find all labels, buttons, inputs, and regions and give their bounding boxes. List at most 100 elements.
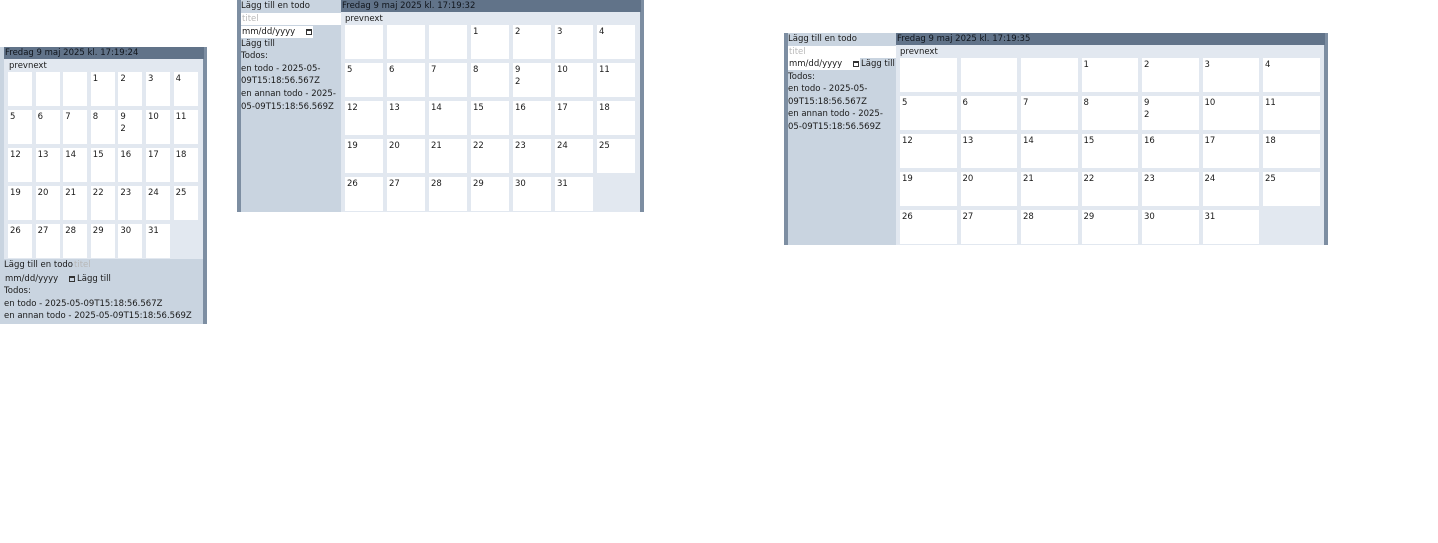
calendar-day-cell[interactable]: 24 [1202,172,1259,206]
next-button[interactable]: next [28,61,47,71]
title-input[interactable]: titel [73,259,173,271]
add-button[interactable]: Lägg till [241,38,341,51]
calendar-icon[interactable] [69,275,75,282]
calendar-day-cell[interactable]: 15 [1081,134,1138,168]
calendar-day-cell[interactable]: 21 [63,186,88,220]
calendar-day-cell[interactable]: 12 [900,134,957,168]
calendar-day-cell[interactable]: 1 [90,72,115,106]
calendar-day-cell[interactable]: 29 [471,177,509,211]
calendar-day-cell[interactable]: 6 [35,110,60,144]
calendar-day-cell[interactable]: 12 [345,101,383,135]
calendar-day-cell[interactable]: 20 [960,172,1017,206]
calendar-day-cell[interactable]: 20 [387,139,425,173]
calendar-day-cell[interactable]: 14 [63,148,88,182]
calendar-day-cell[interactable]: 30 [1142,210,1199,244]
prev-button[interactable]: prev [900,47,919,57]
calendar-day-cell[interactable]: 25 [597,139,635,173]
calendar-day-cell[interactable]: 19 [8,186,32,220]
calendar-day-cell[interactable]: 29 [1081,210,1138,244]
calendar-day-cell[interactable]: 29 [90,224,115,258]
calendar-day-cell[interactable]: 26 [8,224,32,258]
calendar-day-cell[interactable]: 25 [1263,172,1320,206]
calendar-day-cell[interactable]: 21 [1021,172,1078,206]
calendar-day-cell[interactable]: 27 [960,210,1017,244]
calendar-day-cell[interactable]: 16 [513,101,551,135]
calendar-icon[interactable] [853,61,859,68]
date-input[interactable]: mm/dd/yyyy [788,58,860,71]
calendar-day-cell[interactable]: 3 [1202,58,1259,92]
calendar-day-cell[interactable]: 1 [1081,58,1138,92]
calendar-day-cell[interactable]: 13 [960,134,1017,168]
title-input[interactable]: titel [788,45,896,58]
calendar-day-cell[interactable]: 3 [555,25,593,59]
calendar-day-cell[interactable]: 23 [1142,172,1199,206]
calendar-day-cell[interactable]: 31 [1202,210,1259,244]
calendar-day-cell[interactable]: 7 [1021,96,1078,130]
calendar-day-cell[interactable]: 16 [1142,134,1199,168]
calendar-day-cell[interactable]: 20 [35,186,60,220]
calendar-day-cell[interactable]: 22 [471,139,509,173]
calendar-icon[interactable] [306,28,312,35]
calendar-day-cell[interactable]: 4 [597,25,635,59]
calendar-day-cell[interactable]: 5 [8,110,32,144]
calendar-day-cell[interactable]: 18 [1263,134,1320,168]
calendar-day-cell[interactable]: 2 [1142,58,1199,92]
calendar-day-cell[interactable]: 2 [118,72,143,106]
calendar-day-cell[interactable]: 22 [1081,172,1138,206]
calendar-day-cell[interactable]: 8 [471,63,509,97]
calendar-day-cell[interactable]: 22 [90,186,115,220]
calendar-day-cell[interactable]: 19 [345,139,383,173]
calendar-day-cell[interactable]: 18 [597,101,635,135]
calendar-day-cell[interactable]: 15 [471,101,509,135]
calendar-day-cell[interactable]: 16 [118,148,143,182]
calendar-day-cell[interactable]: 28 [1021,210,1078,244]
prev-button[interactable]: prev [345,14,364,24]
calendar-day-cell[interactable]: 13 [35,148,60,182]
calendar-day-cell[interactable]: 6 [387,63,425,97]
date-input[interactable]: mm/dd/yyyy [241,25,313,38]
calendar-day-cell[interactable]: 5 [345,63,383,97]
add-button[interactable]: Lägg till [77,274,111,284]
calendar-day-cell[interactable]: 17 [555,101,593,135]
calendar-day-cell[interactable]: 26 [345,177,383,211]
title-input[interactable]: titel [241,12,341,25]
calendar-day-cell[interactable]: 24 [145,186,170,220]
calendar-day-cell[interactable]: 23 [513,139,551,173]
calendar-day-cell[interactable]: 26 [900,210,957,244]
add-button[interactable]: Lägg till [861,59,895,69]
calendar-day-cell[interactable]: 11 [1263,96,1320,130]
calendar-day-cell[interactable]: 14 [1021,134,1078,168]
calendar-day-cell[interactable]: 3 [145,72,170,106]
calendar-day-cell[interactable]: 11 [597,63,635,97]
calendar-day-cell[interactable]: 19 [900,172,957,206]
calendar-day-cell[interactable]: 1 [471,25,509,59]
calendar-day-cell[interactable]: 8 [1081,96,1138,130]
calendar-day-cell[interactable]: 7 [429,63,467,97]
calendar-day-cell[interactable]: 31 [555,177,593,211]
calendar-day-cell[interactable]: 10 [145,110,170,144]
calendar-day-cell[interactable]: 28 [63,224,88,258]
calendar-day-cell[interactable]: 13 [387,101,425,135]
calendar-day-cell[interactable]: 10 [555,63,593,97]
calendar-day-cell[interactable]: 5 [900,96,957,130]
calendar-day-cell[interactable]: 92 [513,63,551,97]
date-input[interactable]: mm/dd/yyyy [4,273,76,285]
calendar-day-cell[interactable]: 23 [118,186,143,220]
calendar-day-cell[interactable]: 8 [90,110,115,144]
calendar-day-cell[interactable]: 17 [145,148,170,182]
calendar-day-cell[interactable]: 7 [63,110,88,144]
calendar-day-cell[interactable]: 6 [960,96,1017,130]
calendar-day-cell[interactable]: 10 [1202,96,1259,130]
calendar-day-cell[interactable]: 2 [513,25,551,59]
calendar-day-cell[interactable]: 28 [429,177,467,211]
next-button[interactable]: next [364,14,383,24]
calendar-day-cell[interactable]: 4 [173,72,198,106]
calendar-day-cell[interactable]: 24 [555,139,593,173]
calendar-day-cell[interactable]: 92 [118,110,143,144]
calendar-day-cell[interactable]: 12 [8,148,32,182]
calendar-day-cell[interactable]: 17 [1202,134,1259,168]
calendar-day-cell[interactable]: 31 [145,224,170,258]
next-button[interactable]: next [919,47,938,57]
calendar-day-cell[interactable]: 30 [513,177,551,211]
calendar-day-cell[interactable]: 14 [429,101,467,135]
